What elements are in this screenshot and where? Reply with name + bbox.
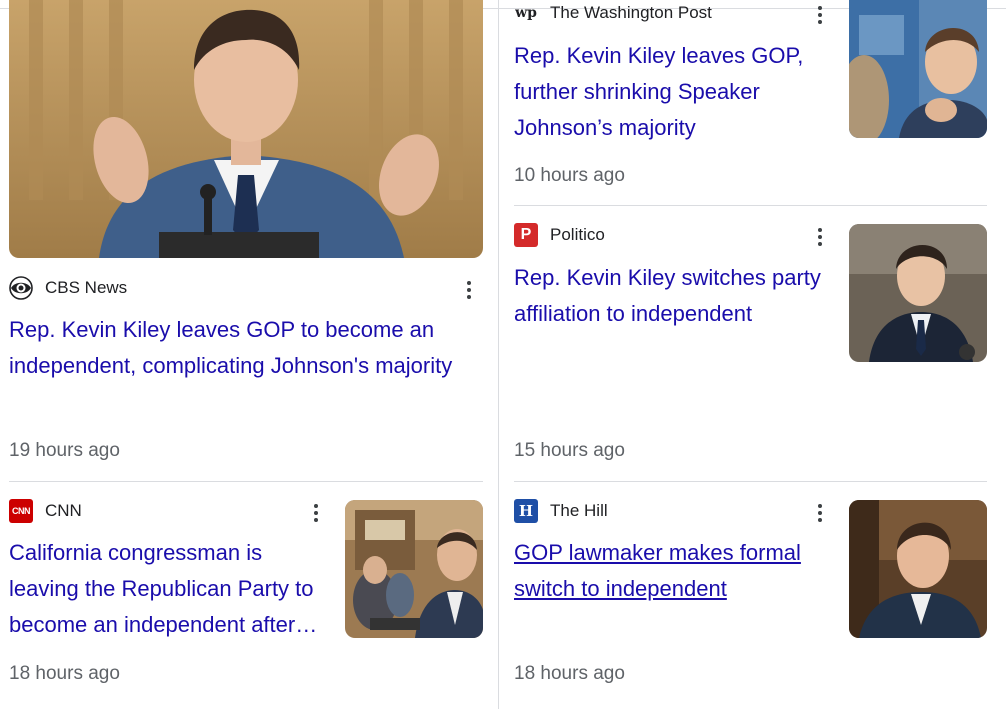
- story-source[interactable]: P Politico: [514, 223, 605, 247]
- story-headline[interactable]: Rep. Kevin Kiley leaves GOP to become an…: [9, 312, 483, 384]
- washington-post-logo-icon: wp: [515, 5, 537, 21]
- more-options-icon[interactable]: [457, 276, 481, 304]
- more-options-icon[interactable]: [808, 223, 832, 251]
- story-headline[interactable]: Rep. Kevin Kiley leaves GOP, further shr…: [514, 38, 838, 146]
- story-headline[interactable]: GOP lawmaker makes formal switch to inde…: [514, 535, 838, 607]
- source-name: The Washington Post: [550, 3, 712, 22]
- more-options-icon[interactable]: [304, 499, 328, 527]
- story-source[interactable]: H The Hill: [514, 499, 608, 523]
- story-source[interactable]: wp The Washington Post: [514, 1, 712, 25]
- column-divider: [498, 0, 499, 709]
- story-thumbnail[interactable]: [9, 0, 483, 258]
- source-name: CBS News: [45, 278, 128, 297]
- the-hill-logo-icon: H: [514, 499, 538, 523]
- story-timestamp: 19 hours ago: [9, 440, 120, 461]
- politico-logo-icon: P: [514, 223, 538, 247]
- source-name: CNN: [45, 501, 82, 520]
- source-name: The Hill: [550, 501, 608, 520]
- story-timestamp: 15 hours ago: [514, 440, 625, 461]
- story-timestamp: 18 hours ago: [9, 663, 120, 684]
- card-divider: [9, 481, 483, 482]
- story-headline[interactable]: Rep. Kevin Kiley switches party affiliat…: [514, 260, 838, 332]
- story-timestamp: 10 hours ago: [514, 165, 625, 186]
- the-hill-logo-letter: H: [518, 502, 534, 520]
- story-headline[interactable]: California congressman is leaving the Re…: [9, 535, 329, 643]
- story-thumbnail[interactable]: [849, 500, 987, 638]
- story-source[interactable]: CBS News: [9, 276, 127, 300]
- card-divider: [514, 205, 987, 206]
- card-divider: [514, 481, 987, 482]
- story-thumbnail[interactable]: [345, 500, 483, 638]
- cnn-logo-icon: CNN: [9, 499, 33, 523]
- story-thumbnail[interactable]: [849, 224, 987, 362]
- source-name: Politico: [550, 225, 605, 244]
- cbs-eye-logo-icon: [9, 276, 33, 300]
- more-options-icon[interactable]: [808, 499, 832, 527]
- story-source[interactable]: CNN CNN: [9, 499, 82, 523]
- politico-logo-letter: P: [520, 226, 532, 243]
- cnn-logo-text: CNN: [12, 506, 31, 516]
- story-thumbnail[interactable]: [849, 0, 987, 138]
- more-options-icon[interactable]: [808, 1, 832, 29]
- story-timestamp: 18 hours ago: [514, 663, 625, 684]
